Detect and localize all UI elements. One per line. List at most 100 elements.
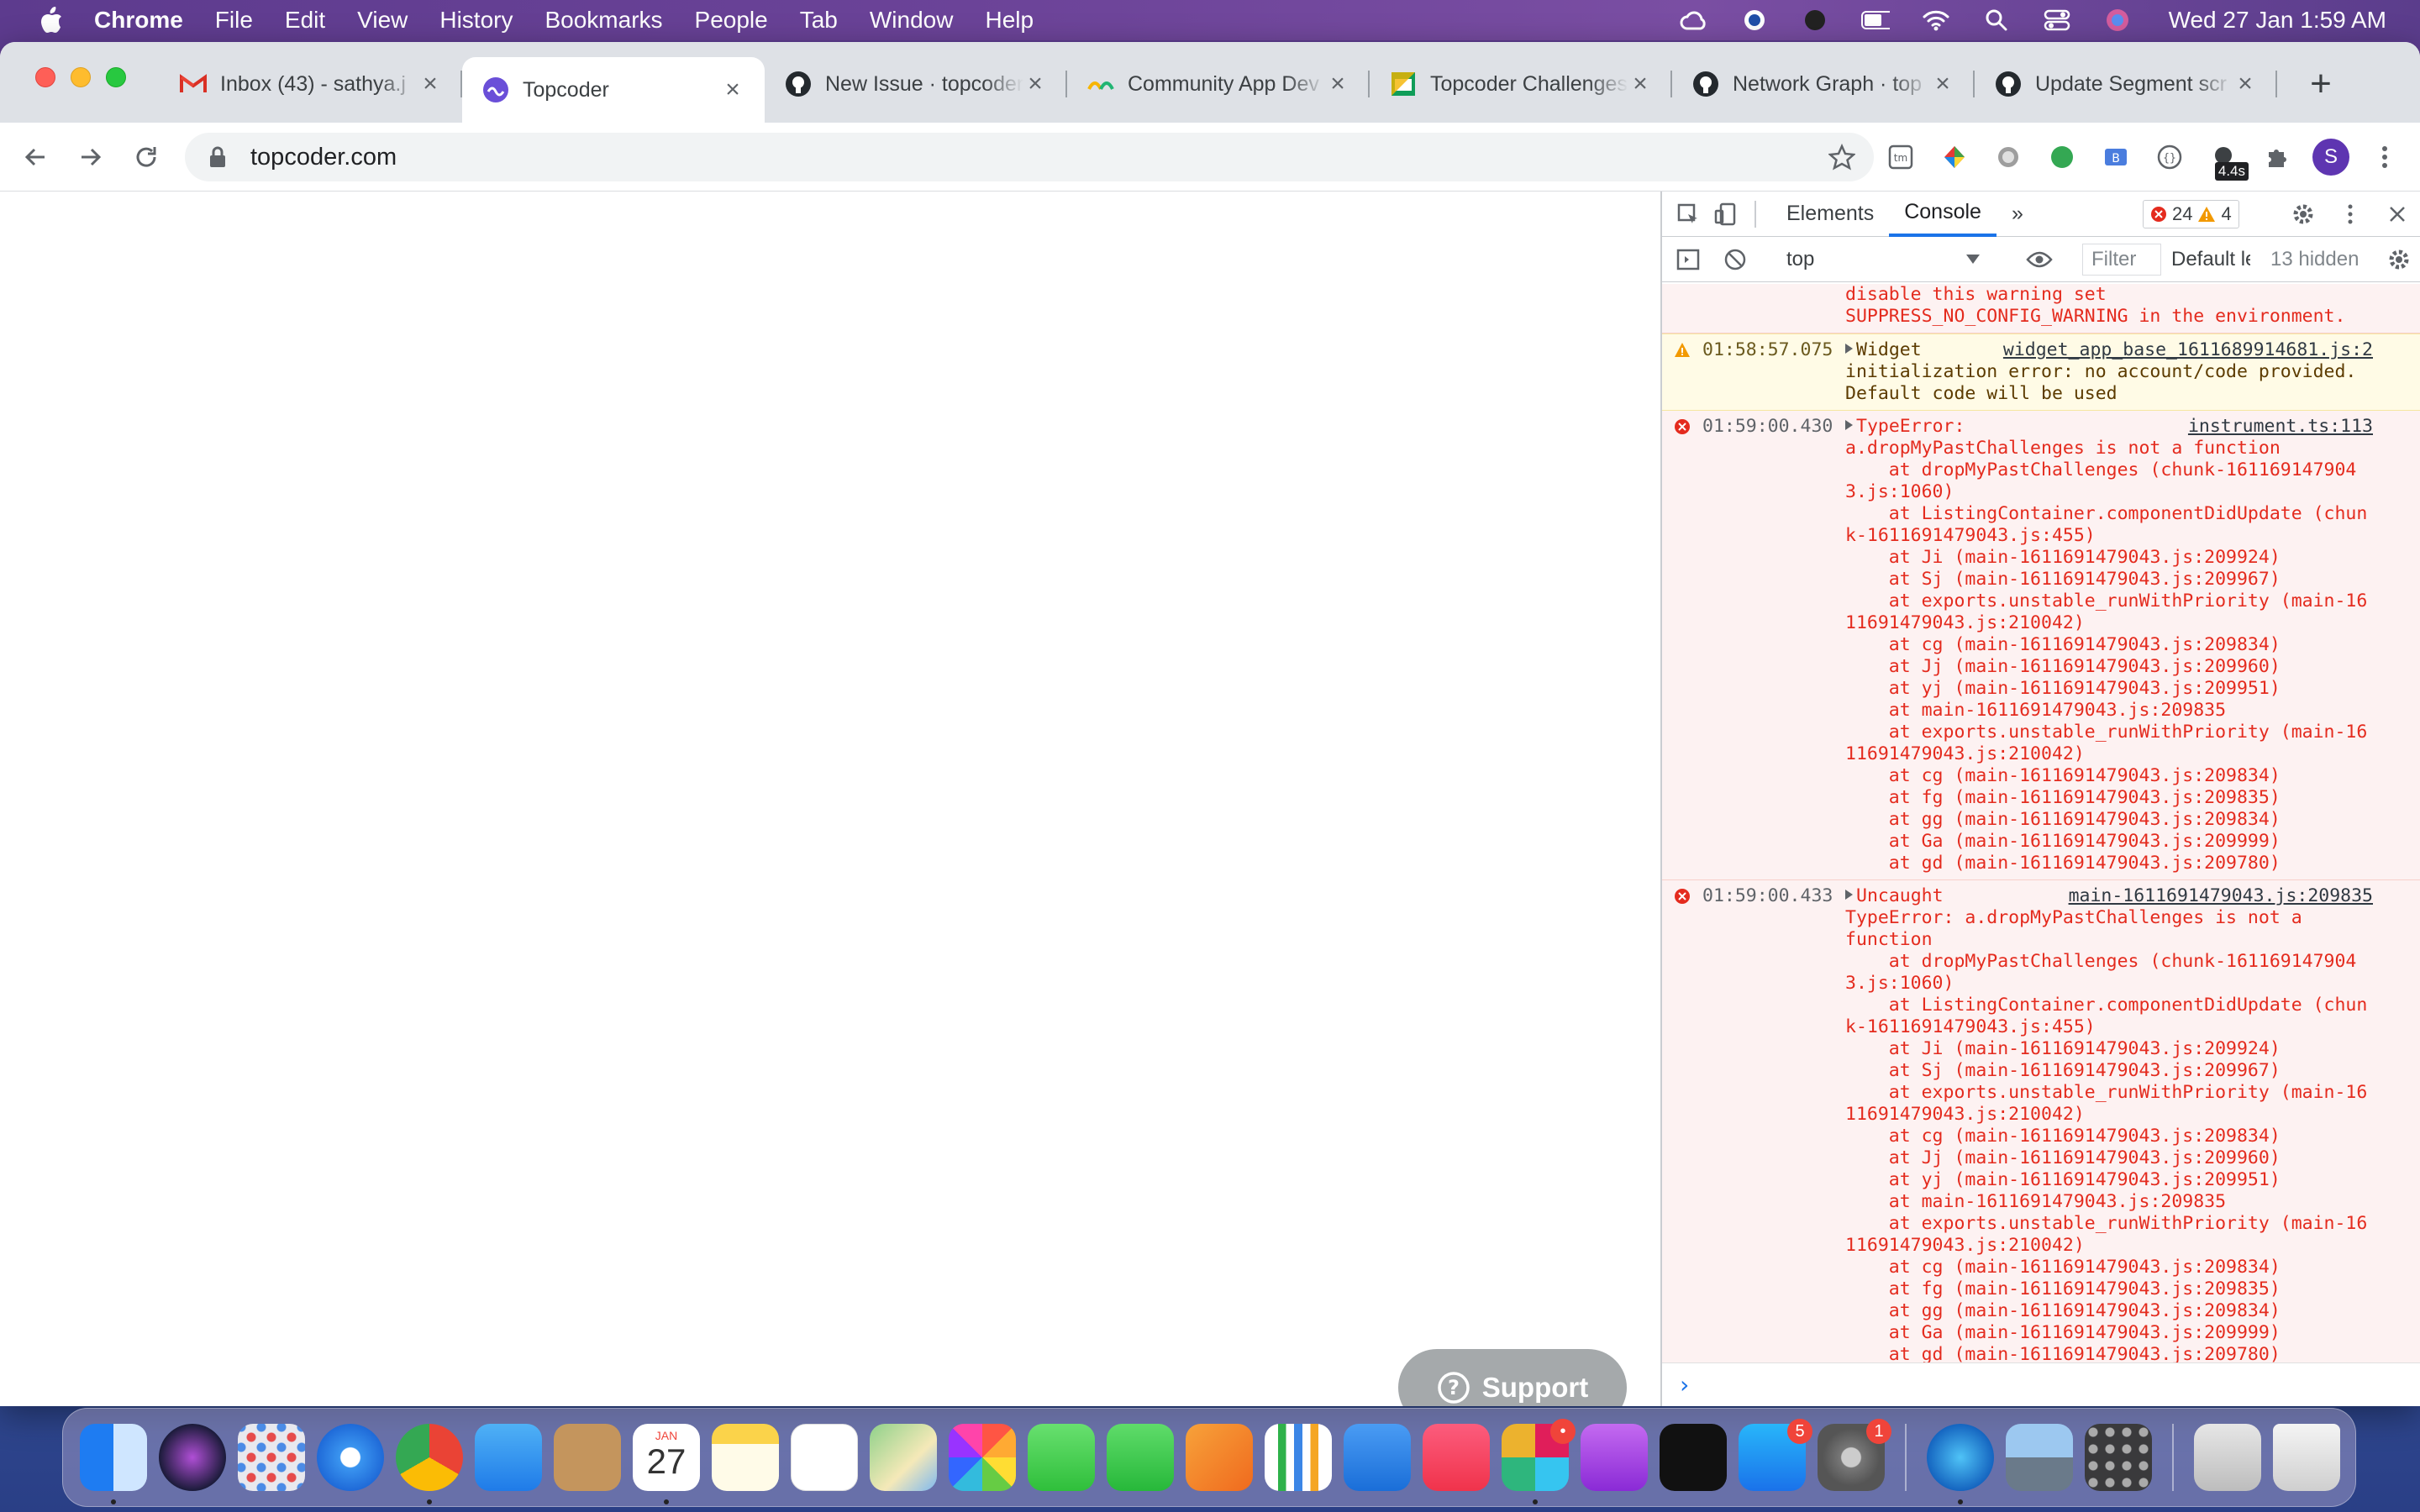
control-center-icon[interactable] xyxy=(2043,6,2071,34)
minimize-window-button[interactable] xyxy=(71,67,91,87)
device-toolbar-icon[interactable] xyxy=(1711,200,1739,228)
extension-code-icon[interactable]: {} xyxy=(2151,139,2188,176)
pages-icon[interactable] xyxy=(1186,1424,1253,1491)
app-store-icon[interactable]: 5 xyxy=(1739,1419,1812,1491)
finder-icon[interactable] xyxy=(80,1424,147,1504)
tab-topcoder[interactable]: Topcoder × xyxy=(462,57,765,123)
siri-icon[interactable] xyxy=(159,1424,226,1491)
profile-avatar[interactable]: S xyxy=(2312,139,2349,176)
reminders-icon[interactable] xyxy=(791,1424,858,1491)
creative-cloud-icon[interactable] xyxy=(1680,6,1708,34)
extension-react-devtools-icon[interactable] xyxy=(1936,139,1973,176)
trash-icon[interactable] xyxy=(2273,1424,2340,1491)
zoom-window-button[interactable] xyxy=(106,67,126,87)
apple-tv-icon[interactable] xyxy=(1660,1424,1727,1491)
forward-arrow-icon[interactable] xyxy=(71,137,111,177)
tab-close-icon[interactable]: × xyxy=(721,76,744,103)
calendar-icon[interactable]: JAN 27 xyxy=(633,1424,700,1504)
numbers-icon[interactable] xyxy=(1265,1424,1332,1491)
tab-github-new-issue[interactable]: New Issue · topcoder × xyxy=(765,57,1067,111)
photos-icon[interactable] xyxy=(949,1424,1016,1491)
message-source-link[interactable]: widget_app_base_1611689914681.js:2 xyxy=(2003,339,2373,361)
keynote-icon[interactable] xyxy=(1344,1424,1411,1491)
extension-circle-icon[interactable] xyxy=(1990,139,2027,176)
tab-topcoder-challenges[interactable]: Topcoder Challenges × xyxy=(1370,57,1672,111)
safari-icon[interactable] xyxy=(317,1424,384,1491)
lock-icon[interactable] xyxy=(205,144,230,170)
close-window-button[interactable] xyxy=(35,67,55,87)
mail-icon[interactable] xyxy=(475,1424,542,1491)
dark-mode-icon[interactable] xyxy=(1801,6,1829,34)
menu-bar-clock[interactable]: Wed 27 Jan 1:59 AM xyxy=(2169,7,2386,34)
back-arrow-icon[interactable] xyxy=(15,137,55,177)
address-bar[interactable]: topcoder.com xyxy=(185,133,1874,181)
show-sidebar-icon[interactable] xyxy=(1674,245,1702,274)
live-expression-eye-icon[interactable] xyxy=(2025,245,2054,274)
tab-gmail-inbox[interactable]: Inbox (43) - sathya.j × xyxy=(160,57,462,111)
extension-translate-icon[interactable]: B xyxy=(2097,139,2134,176)
tab-close-icon[interactable]: × xyxy=(2233,70,2257,97)
menu-window[interactable]: Window xyxy=(870,7,954,34)
extension-timer-icon[interactable]: 4.4s xyxy=(2205,139,2249,181)
menu-app-name[interactable]: Chrome xyxy=(94,7,183,34)
sync-status-icon[interactable] xyxy=(1740,6,1769,34)
tab-close-icon[interactable]: × xyxy=(418,70,442,97)
devtools-settings-icon[interactable] xyxy=(2289,200,2317,228)
tab-community-app[interactable]: Community App Dev × xyxy=(1067,57,1370,111)
extensions-puzzle-icon[interactable] xyxy=(2259,139,2296,176)
bookmark-star-icon[interactable] xyxy=(1825,140,1859,174)
apple-menu-icon[interactable] xyxy=(34,3,69,38)
tab-close-icon[interactable]: × xyxy=(1023,70,1047,97)
url-text[interactable]: topcoder.com xyxy=(250,144,1825,171)
documents-folder-icon[interactable] xyxy=(2194,1424,2261,1491)
system-preferences-icon[interactable]: 1 xyxy=(1818,1419,1891,1491)
devtools-close-icon[interactable] xyxy=(2383,200,2412,228)
log-levels-dropdown[interactable]: Default levels xyxy=(2163,244,2250,276)
inspect-element-icon[interactable] xyxy=(1674,200,1702,228)
notes-icon[interactable] xyxy=(712,1424,779,1491)
menu-file[interactable]: File xyxy=(215,7,253,34)
menu-view[interactable]: View xyxy=(357,7,408,34)
expand-triangle-icon[interactable] xyxy=(1845,890,1853,900)
tab-network-graph[interactable]: Network Graph · top × xyxy=(1672,57,1975,111)
spotlight-search-icon[interactable] xyxy=(1982,6,2011,34)
devtools-more-tabs-icon[interactable]: » xyxy=(1996,192,2039,237)
menu-history[interactable]: History xyxy=(439,7,513,34)
new-tab-button[interactable]: + xyxy=(2296,57,2346,111)
expand-triangle-icon[interactable] xyxy=(1845,420,1853,430)
devtools-tab-elements[interactable]: Elements xyxy=(1771,192,1889,237)
tab-update-segment[interactable]: Update Segment scr × xyxy=(1975,57,2277,111)
reload-icon[interactable] xyxy=(126,137,166,177)
menu-tab[interactable]: Tab xyxy=(800,7,838,34)
menu-help[interactable]: Help xyxy=(985,7,1034,34)
wifi-icon[interactable] xyxy=(1922,6,1950,34)
issue-counter[interactable]: 24 4 xyxy=(2143,200,2239,228)
chrome-icon[interactable] xyxy=(396,1424,463,1504)
maps-icon[interactable] xyxy=(870,1424,937,1491)
menu-bookmarks[interactable]: Bookmarks xyxy=(544,7,662,34)
siri-icon[interactable] xyxy=(2103,6,2132,34)
extension-green-dot-icon[interactable] xyxy=(2044,139,2081,176)
menu-edit[interactable]: Edit xyxy=(285,7,325,34)
messages-icon[interactable] xyxy=(1028,1424,1095,1491)
devtools-tab-console[interactable]: Console xyxy=(1889,192,1996,237)
extension-tm-icon[interactable]: tm xyxy=(1882,139,1919,176)
execution-context-select[interactable]: top xyxy=(1778,244,1988,276)
calculator-icon[interactable] xyxy=(2085,1424,2152,1491)
console-prompt[interactable]: › xyxy=(1662,1362,2420,1406)
contacts-icon[interactable] xyxy=(554,1424,621,1491)
message-source-link[interactable]: main-1611691479043.js:209835 xyxy=(2069,885,2373,907)
slack-icon[interactable]: • xyxy=(1502,1419,1576,1504)
facetime-icon[interactable] xyxy=(1107,1424,1174,1491)
console-settings-icon[interactable] xyxy=(2385,245,2413,274)
launchpad-icon[interactable] xyxy=(238,1424,305,1491)
tab-close-icon[interactable]: × xyxy=(1628,70,1652,97)
support-button[interactable]: ? Support xyxy=(1398,1349,1627,1406)
tab-close-icon[interactable]: × xyxy=(1931,70,1954,97)
pixelmator-icon[interactable] xyxy=(1927,1424,1994,1504)
clear-console-icon[interactable] xyxy=(1721,245,1749,274)
preview-icon[interactable] xyxy=(2006,1424,2073,1491)
podcasts-icon[interactable] xyxy=(1581,1424,1648,1491)
tab-close-icon[interactable]: × xyxy=(1326,70,1349,97)
music-icon[interactable] xyxy=(1423,1424,1490,1491)
